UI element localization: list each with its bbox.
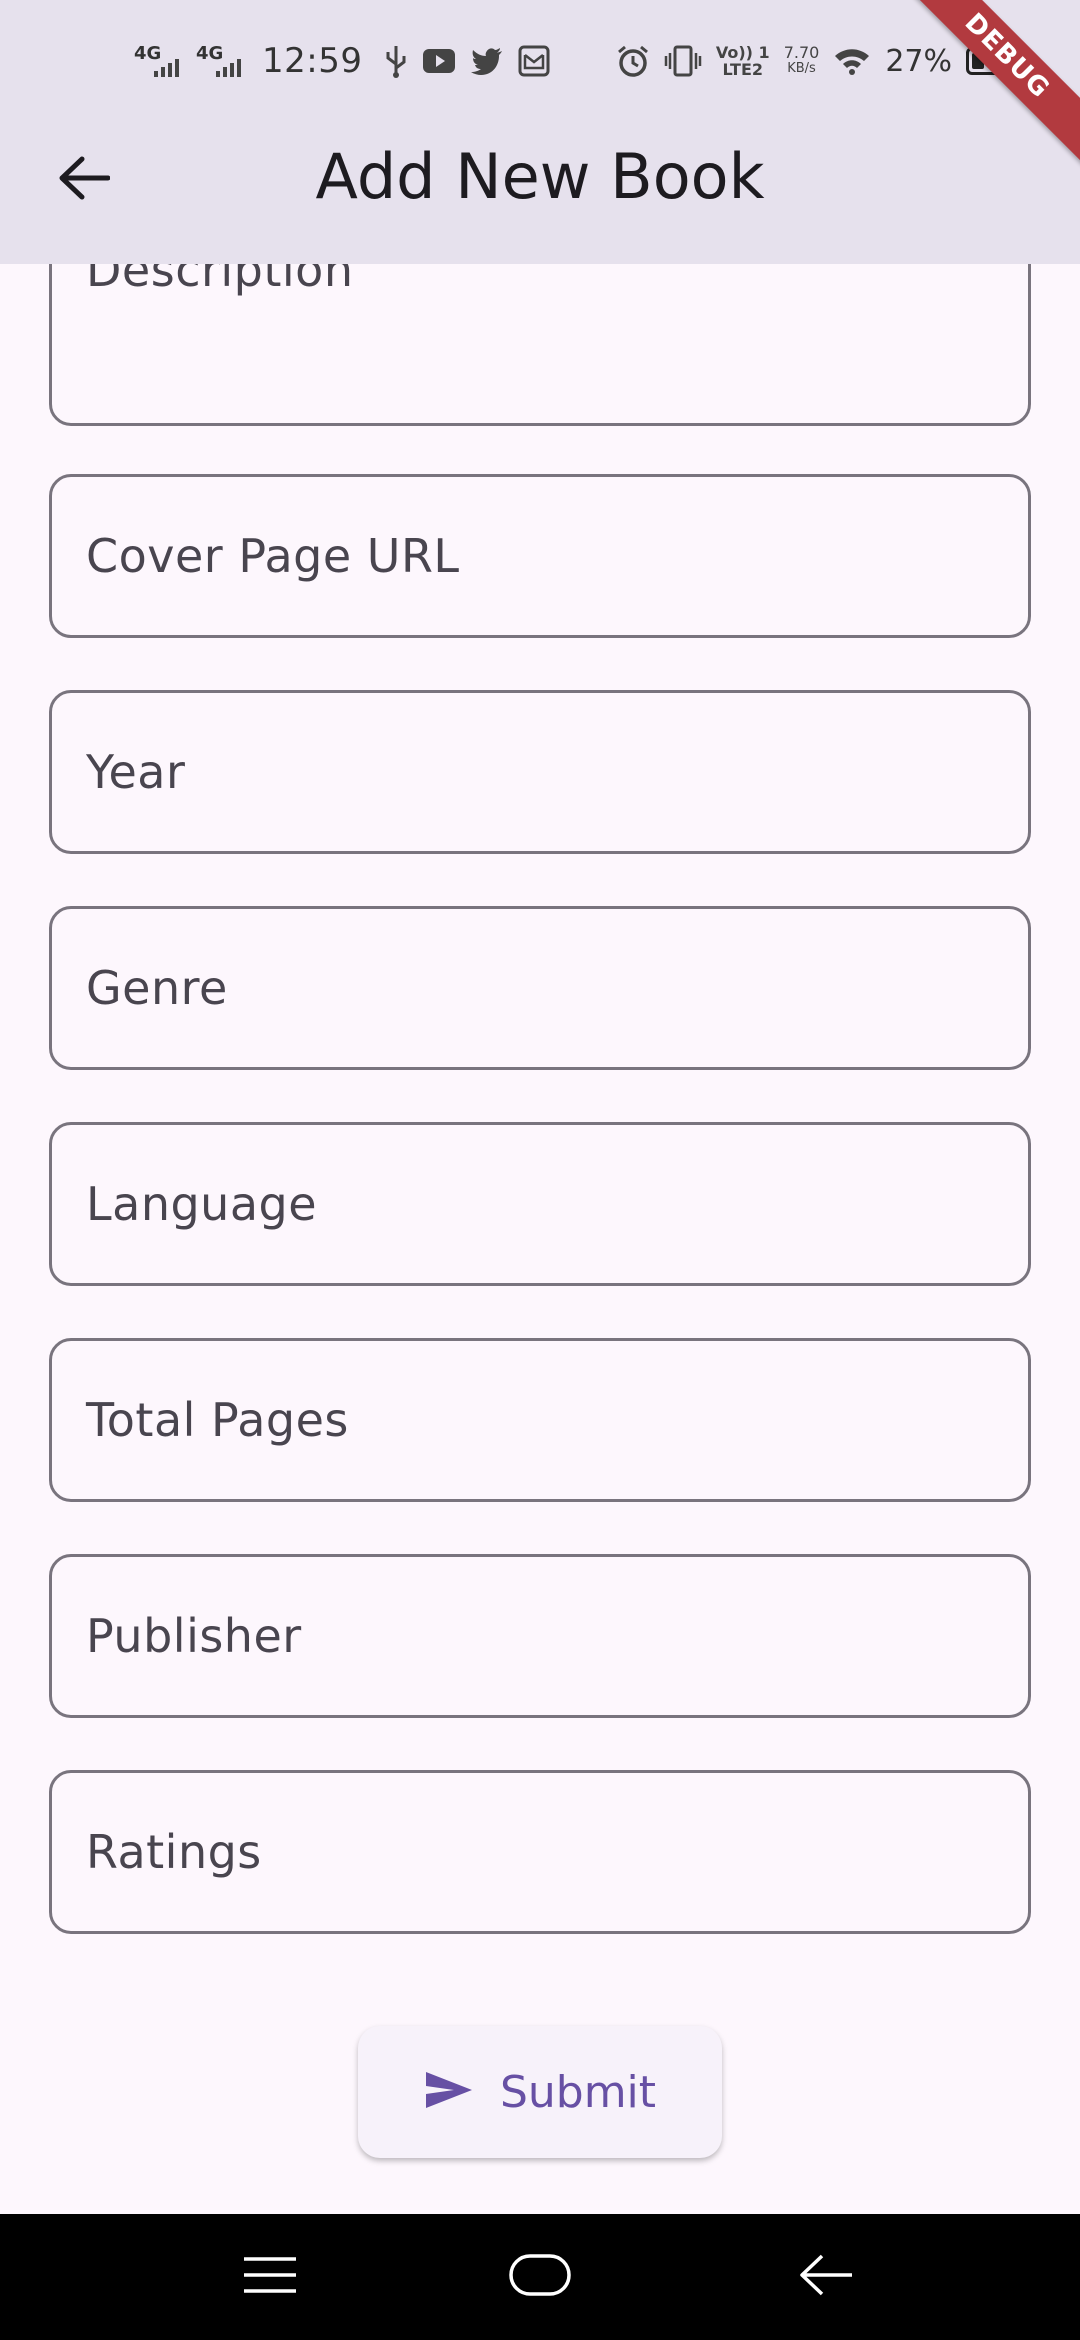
submit-label: Submit: [499, 2066, 657, 2118]
speed-unit: KB/s: [787, 61, 816, 76]
network-signal-2: 4G: [196, 41, 244, 81]
wifi-icon: [833, 46, 871, 76]
back-nav-button[interactable]: [786, 2244, 866, 2310]
year-placeholder: Year: [86, 745, 186, 799]
home-nav-button[interactable]: [500, 2244, 580, 2310]
menu-icon: [242, 2255, 298, 2299]
status-bar: 4G 4G 12:59 Vo)) 1 LTE2 7.70 KB/s 27%: [0, 0, 1080, 120]
top-bar: 4G 4G 12:59 Vo)) 1 LTE2 7.70 KB/s 27% Ad…: [0, 0, 1080, 264]
submit-button[interactable]: Submit: [358, 2026, 722, 2158]
total-pages-field[interactable]: Total Pages: [49, 1338, 1031, 1502]
cover-page-url-field[interactable]: Cover Page URL: [49, 474, 1031, 638]
twitter-icon: [470, 46, 504, 76]
volte-indicator: Vo)) 1 LTE2: [716, 44, 770, 78]
system-nav-bar: [0, 2214, 1080, 2340]
clock: 12:59: [262, 41, 363, 81]
speed-value: 7.70: [783, 43, 820, 62]
genre-placeholder: Genre: [86, 961, 228, 1015]
publisher-field[interactable]: Publisher: [49, 1554, 1031, 1718]
genre-field[interactable]: Genre: [49, 906, 1031, 1070]
language-placeholder: Language: [86, 1177, 318, 1231]
menu-nav-button[interactable]: [230, 2244, 310, 2310]
battery-percentage: 27%: [885, 43, 952, 79]
vibrate-icon: [664, 44, 702, 78]
lte-label: LTE2: [722, 60, 764, 79]
ratings-placeholder: Ratings: [86, 1825, 262, 1879]
page-title: Add New Book: [315, 140, 765, 213]
alarm-icon: [616, 44, 650, 78]
send-icon: [424, 2070, 474, 2114]
youtube-icon: [422, 46, 456, 76]
network-speed: 7.70 KB/s: [784, 45, 820, 77]
total-pages-placeholder: Total Pages: [86, 1393, 349, 1447]
language-field[interactable]: Language: [49, 1122, 1031, 1286]
usb-icon: [384, 44, 408, 78]
ratings-field[interactable]: Ratings: [49, 1770, 1031, 1934]
home-icon: [508, 2253, 572, 2301]
publisher-placeholder: Publisher: [86, 1609, 302, 1663]
volte-label: Vo)) 1: [715, 43, 770, 62]
message-icon: [518, 45, 550, 77]
network-signal-1: 4G: [134, 41, 182, 81]
cover-page-url-placeholder: Cover Page URL: [86, 529, 460, 583]
year-field[interactable]: Year: [49, 690, 1031, 854]
back-icon: [798, 2253, 854, 2301]
